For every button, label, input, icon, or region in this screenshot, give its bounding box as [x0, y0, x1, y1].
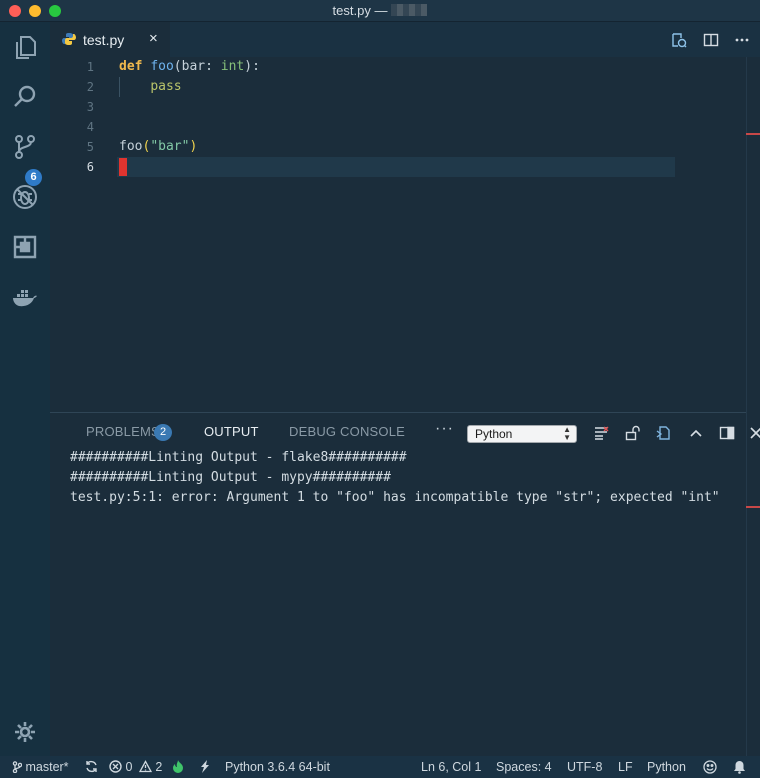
- line-number: 1: [86, 60, 94, 74]
- open-log-file-icon[interactable]: [655, 425, 671, 441]
- redacted-folder-name: [391, 4, 428, 16]
- encoding[interactable]: UTF-8: [567, 760, 602, 774]
- lightning-icon[interactable]: [200, 760, 210, 774]
- flame-icon[interactable]: [172, 760, 184, 774]
- line-number: 4: [86, 120, 94, 134]
- problems-count-badge: 2: [154, 424, 172, 441]
- panel-more-actions-button[interactable]: ···: [435, 420, 454, 438]
- more-actions-icon[interactable]: [734, 32, 750, 48]
- clear-output-icon[interactable]: [593, 425, 609, 441]
- tab-problems[interactable]: PROBLEMS: [86, 424, 160, 439]
- window-title: test.py —: [0, 3, 760, 18]
- extensions-icon[interactable]: [12, 234, 38, 260]
- warning-count: 2: [155, 760, 163, 774]
- cursor-position[interactable]: Ln 6, Col 1: [421, 760, 481, 774]
- line-number: 3: [86, 100, 94, 114]
- pass-keyword-token: pass: [150, 79, 182, 94]
- code-line: 3: [50, 97, 746, 117]
- output-line: ##########Linting Output - mypy#########…: [70, 470, 391, 485]
- branch-indicator[interactable]: master*: [12, 760, 69, 774]
- param-token: bar: [181, 59, 206, 74]
- string-token: "bar": [150, 139, 190, 154]
- error-icon: [109, 760, 122, 773]
- status-bar: master* 0 2 Python 3.6.4 64-bit Ln 6, Co…: [0, 756, 760, 778]
- code-text: def foo(bar: int):: [119, 57, 260, 77]
- keyword-token: def: [119, 59, 143, 74]
- split-editor-icon[interactable]: [703, 32, 719, 48]
- notifications-bell-icon[interactable]: [733, 760, 746, 775]
- lock-scroll-icon[interactable]: [624, 425, 640, 441]
- code-line: 1 def foo(bar: int):: [50, 57, 746, 77]
- debug-icon[interactable]: [12, 184, 38, 210]
- code-line: 6: [50, 157, 746, 177]
- explorer-icon[interactable]: [12, 34, 38, 60]
- problems-indicator[interactable]: 0 2: [109, 760, 162, 774]
- code-text: pass: [119, 77, 182, 97]
- open-changes-icon[interactable]: [671, 32, 687, 48]
- code-line: 5 foo("bar"): [50, 137, 746, 157]
- feedback-smiley-icon[interactable]: [703, 760, 717, 775]
- title-bar: test.py —: [0, 0, 760, 22]
- line-number: 5: [86, 140, 94, 154]
- activity-bar: 6: [0, 22, 50, 756]
- gear-icon[interactable]: [12, 719, 38, 745]
- select-arrows-icon: ▲ ▼: [563, 425, 571, 442]
- line-number: 2: [86, 80, 94, 94]
- chevron-up-icon[interactable]: [688, 425, 704, 441]
- code-editor[interactable]: 1 def foo(bar: int): 2 pass 3 4 5 foo("b…: [50, 57, 746, 412]
- tab-debug-console[interactable]: DEBUG CONSOLE: [289, 424, 405, 439]
- code-text: foo("bar"): [119, 137, 197, 157]
- paren-colon-token: ):: [244, 59, 260, 74]
- docker-icon[interactable]: [12, 284, 38, 310]
- type-token: int: [220, 59, 245, 74]
- ruler-error-marker: [746, 133, 760, 135]
- close-panel-icon[interactable]: [748, 425, 760, 441]
- tab-close-button[interactable]: ×: [149, 30, 158, 47]
- code-line: 4: [50, 117, 746, 137]
- call-function-token: foo: [119, 139, 143, 154]
- code-line: 2 pass: [50, 77, 746, 97]
- overview-ruler-scrollbar[interactable]: [746, 57, 760, 756]
- colon-token: :: [205, 59, 221, 74]
- end-of-line[interactable]: LF: [618, 760, 633, 774]
- tab-test-py[interactable]: test.py ×: [50, 22, 170, 57]
- function-name-token: foo: [150, 59, 174, 74]
- output-channel-select[interactable]: Python ▲ ▼: [467, 425, 577, 443]
- editor-tab-bar: test.py ×: [50, 22, 760, 57]
- source-control-icon[interactable]: [12, 134, 38, 160]
- python-icon: [62, 32, 76, 46]
- output-line: test.py:5:1: error: Argument 1 to "foo" …: [70, 490, 720, 505]
- tab-label: test.py: [83, 32, 125, 48]
- warning-icon: [138, 760, 152, 773]
- sync-icon[interactable]: [85, 760, 98, 774]
- line-number: 6: [86, 160, 94, 174]
- python-interpreter[interactable]: Python 3.6.4 64-bit: [225, 760, 330, 774]
- branch-name: master*: [25, 760, 69, 774]
- toggle-panel-position-icon[interactable]: [719, 425, 735, 441]
- output-channel-value: Python: [475, 427, 513, 441]
- output-line: ##########Linting Output - flake8#######…: [70, 450, 407, 465]
- paren-token: ): [189, 139, 198, 154]
- text-cursor: [119, 158, 127, 176]
- language-mode[interactable]: Python: [647, 760, 686, 774]
- git-branch-icon: [12, 761, 22, 773]
- paren-token: (: [173, 59, 182, 74]
- indentation[interactable]: Spaces: 4: [496, 760, 552, 774]
- ruler-error-marker: [746, 506, 760, 508]
- search-icon[interactable]: [12, 84, 38, 110]
- tab-output[interactable]: OUTPUT: [204, 424, 259, 439]
- bottom-panel: PROBLEMS 2 OUTPUT DEBUG CONSOLE ··· Pyth…: [50, 412, 760, 756]
- error-count: 0: [125, 760, 133, 774]
